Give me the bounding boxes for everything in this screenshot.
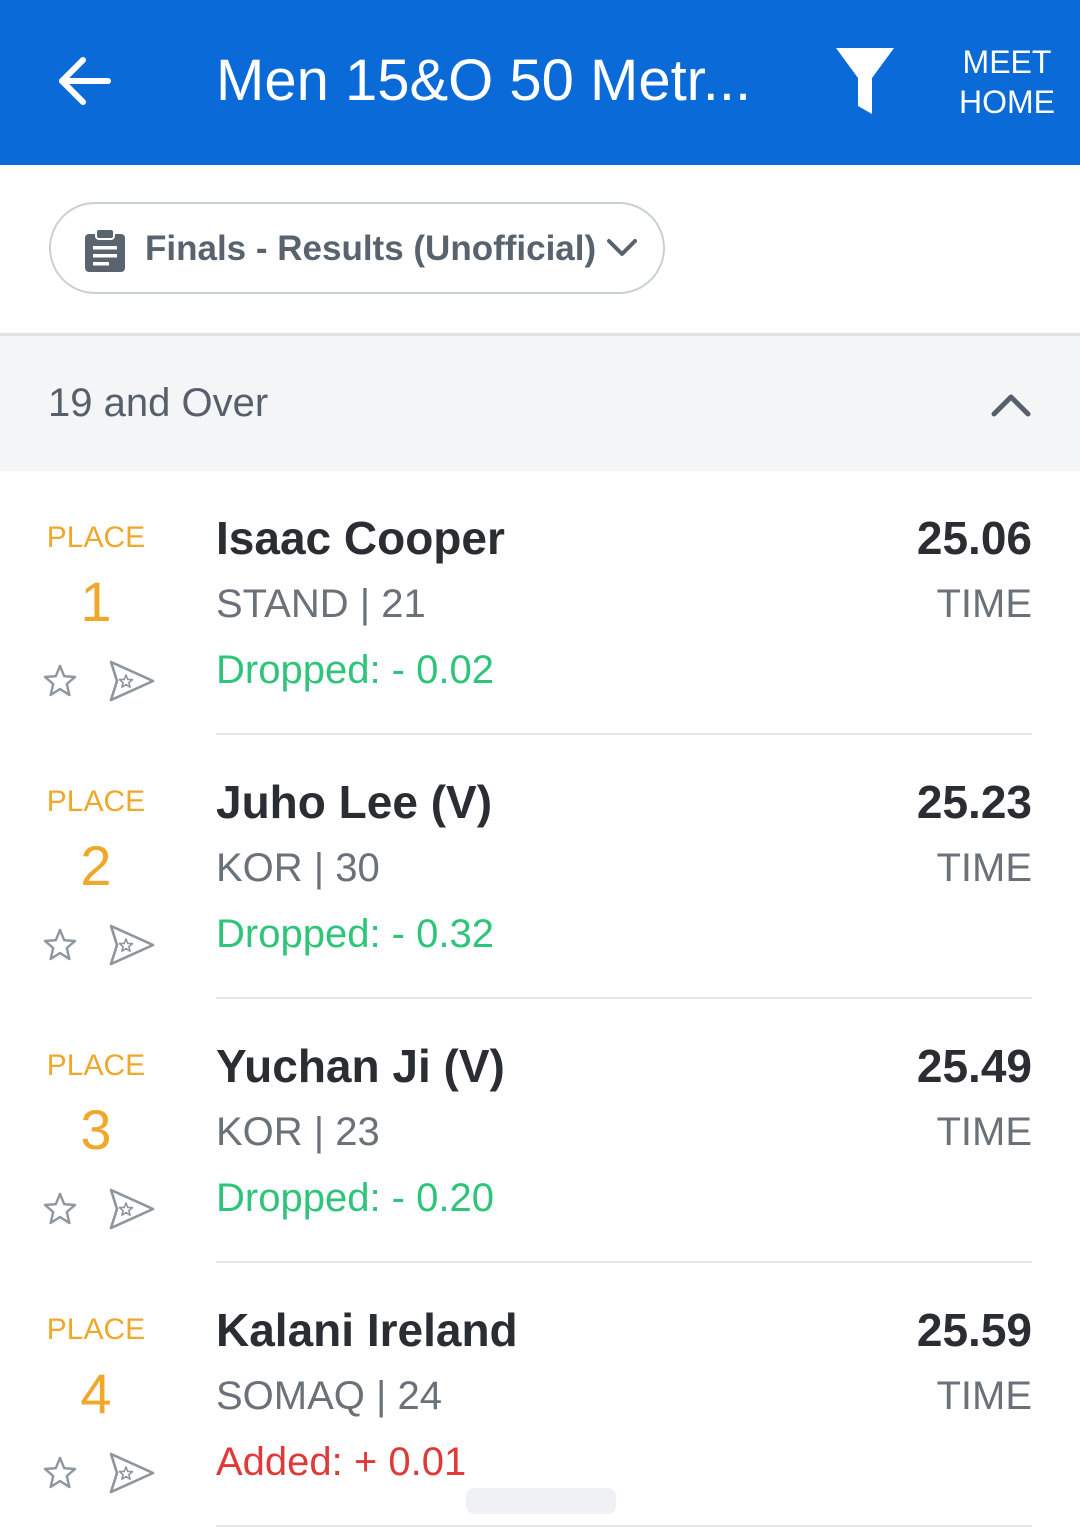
team-age: KOR | 23 — [216, 1110, 380, 1154]
session-dropdown-label: Finals - Results (Unofficial) — [145, 229, 597, 268]
chevron-down-icon — [607, 239, 637, 256]
result-time: 25.23 — [916, 776, 1032, 828]
meet-home-label-line2: HOME — [959, 84, 1055, 120]
share-icon[interactable] — [106, 659, 156, 703]
chevron-up-icon[interactable] — [990, 390, 1032, 418]
star-icon[interactable] — [42, 927, 78, 963]
time-delta: Dropped: - 0.32 — [216, 912, 494, 956]
share-icon[interactable] — [106, 1187, 156, 1231]
home-indicator — [466, 1488, 616, 1514]
result-row[interactable]: PLACE 2 Juho Lee (V) KOR | 30 Dropped: -… — [0, 735, 1080, 999]
app-bar: Men 15&O 50 Metr... MEET HOME — [0, 0, 1080, 165]
arrow-left-icon — [59, 57, 111, 105]
place-label: PLACE — [46, 785, 146, 818]
place-number: 2 — [80, 834, 112, 897]
meet-home-label-line1: MEET — [962, 44, 1052, 80]
swimmer-name: Juho Lee (V) — [216, 776, 493, 828]
place-number: 4 — [80, 1362, 112, 1425]
back-button[interactable] — [54, 50, 116, 112]
filter-button[interactable] — [834, 44, 896, 118]
session-dropdown[interactable]: Finals - Results (Unofficial) — [49, 202, 665, 294]
age-group-header[interactable]: 19 and Over — [0, 336, 1080, 471]
place-number: 1 — [80, 570, 112, 633]
place-number: 3 — [80, 1098, 112, 1161]
result-row[interactable]: PLACE 3 Yuchan Ji (V) KOR | 23 Dropped: … — [0, 999, 1080, 1263]
star-icon[interactable] — [42, 1455, 78, 1491]
meet-home-button[interactable]: MEET HOME — [948, 42, 1066, 122]
place-label: PLACE — [46, 1313, 146, 1346]
place-label: PLACE — [46, 1049, 146, 1082]
page-title: Men 15&O 50 Metr... — [216, 48, 752, 113]
swimmer-name: Kalani Ireland — [216, 1304, 518, 1356]
share-icon[interactable] — [106, 1451, 156, 1495]
time-delta: Dropped: - 0.20 — [216, 1176, 494, 1220]
time-delta: Added: + 0.01 — [216, 1440, 467, 1484]
swimmer-name: Isaac Cooper — [216, 512, 505, 564]
team-age: STAND | 21 — [216, 582, 426, 626]
star-icon[interactable] — [42, 1191, 78, 1227]
result-time: 25.06 — [916, 512, 1032, 564]
time-label: TIME — [936, 846, 1032, 890]
row-divider — [216, 1525, 1032, 1527]
star-icon[interactable] — [42, 663, 78, 699]
clipboard-icon — [85, 228, 125, 272]
age-group-title: 19 and Over — [48, 381, 269, 425]
time-label: TIME — [936, 1374, 1032, 1418]
team-age: KOR | 30 — [216, 846, 380, 890]
swimmer-name: Yuchan Ji (V) — [216, 1040, 505, 1092]
team-age: SOMAQ | 24 — [216, 1374, 443, 1418]
result-time: 25.49 — [916, 1040, 1032, 1092]
place-label: PLACE — [46, 521, 146, 554]
result-time: 25.59 — [916, 1304, 1032, 1356]
time-label: TIME — [936, 582, 1032, 626]
filter-icon — [836, 48, 894, 114]
share-icon[interactable] — [106, 923, 156, 967]
time-label: TIME — [936, 1110, 1032, 1154]
session-filter-bar: Finals - Results (Unofficial) — [0, 165, 1080, 333]
time-delta: Dropped: - 0.02 — [216, 648, 494, 692]
result-row[interactable]: PLACE 1 Isaac Cooper STAND | 21 Dropped:… — [0, 471, 1080, 735]
